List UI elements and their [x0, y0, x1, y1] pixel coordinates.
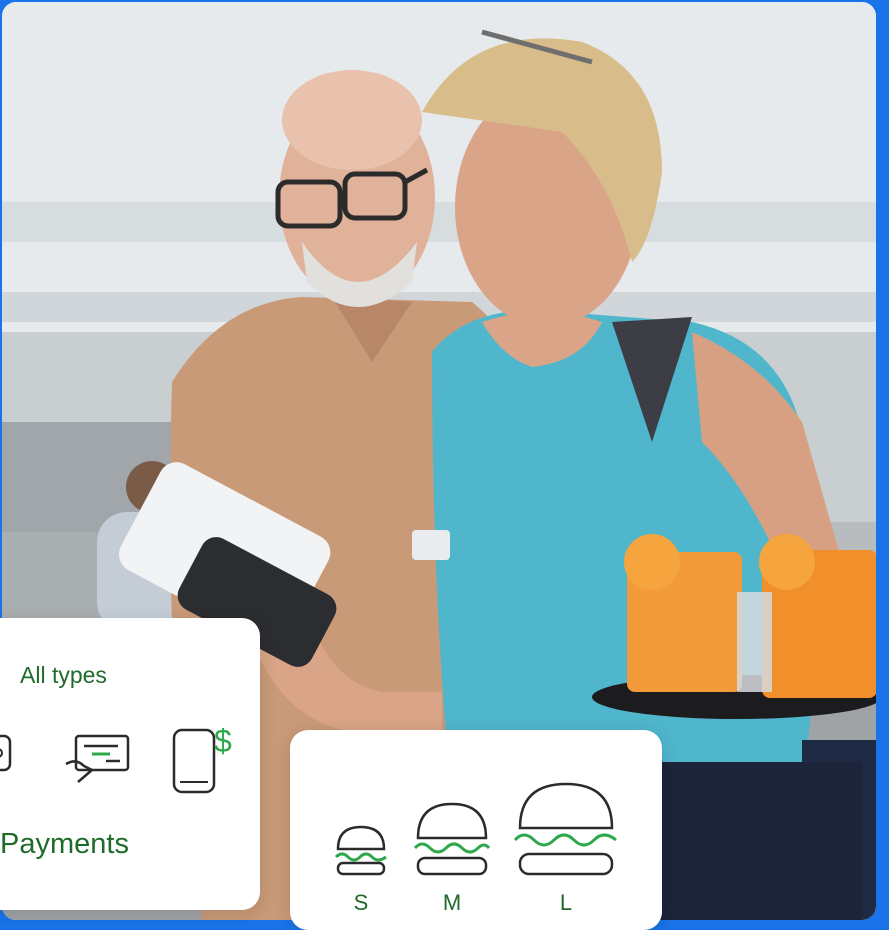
sizes-card: S M L: [290, 730, 662, 930]
payments-card: All types $ Payments: [0, 618, 260, 910]
burger-medium-icon: [412, 802, 492, 883]
size-label-l: L: [559, 890, 573, 915]
payments-card-label: Payments: [0, 828, 129, 860]
size-label-s: S: [353, 890, 369, 915]
mobile-payment-icon: $: [170, 716, 240, 801]
payments-card-title: All types: [20, 662, 107, 688]
card-reader-icon: [0, 728, 14, 783]
burger-large-icon: [512, 782, 620, 885]
check-icon: [62, 730, 134, 791]
burger-small-icon: [332, 825, 390, 882]
svg-text:$: $: [214, 723, 232, 759]
size-label-m: M: [442, 890, 462, 915]
